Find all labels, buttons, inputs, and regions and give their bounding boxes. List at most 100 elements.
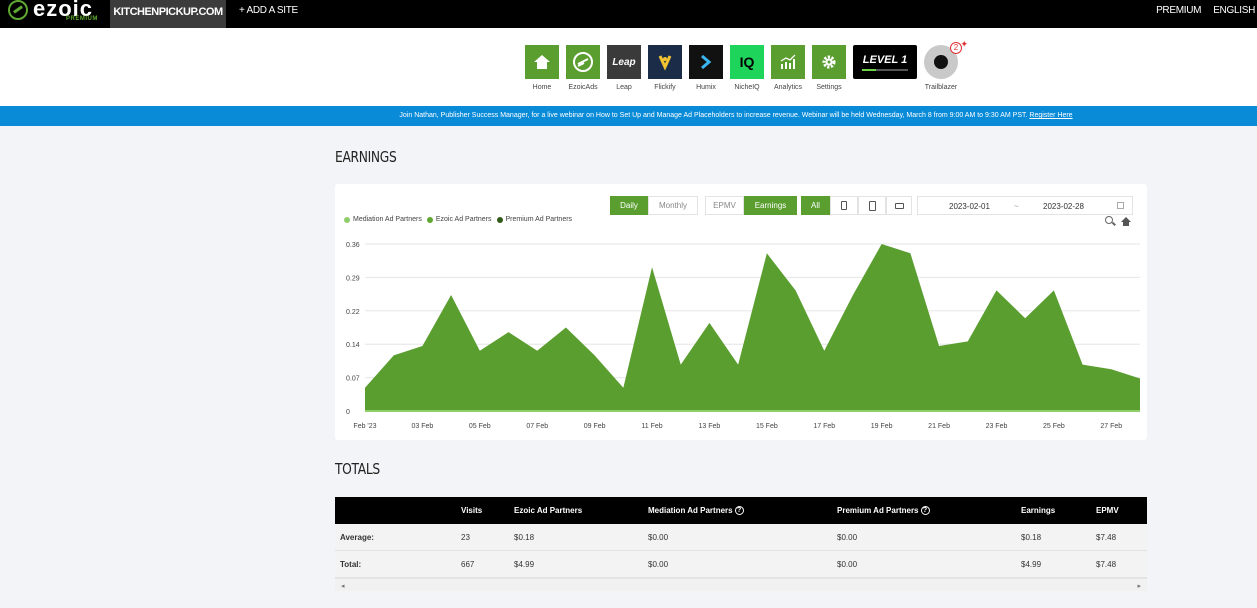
house-icon [525, 45, 559, 79]
x-tick-label: 03 Feb [412, 423, 434, 430]
row-label: Average: [340, 533, 374, 542]
x-tick-label: 25 Feb [1043, 423, 1065, 430]
cell-premium: $0.00 [837, 560, 858, 569]
app-label: Trailblazer [924, 84, 958, 91]
x-tick-label: Feb '23 [353, 423, 376, 430]
table-row: Total: 667 $4.99 $0.00 $0.00 $4.99 $7.48 [335, 551, 1147, 578]
app-flickify[interactable]: Flickify [648, 45, 682, 91]
cell-earnings: $4.99 [1021, 560, 1042, 569]
ezoic-logo-icon [8, 0, 28, 20]
col-header-visits: Visits [461, 506, 483, 515]
top-navbar: ezoic PREMIUM KITCHENPICKUP.COM + ADD A … [0, 0, 1257, 28]
y-tick-label: 0.36 [346, 242, 360, 249]
horizontal-scrollbar[interactable]: ◂ ▸ [335, 578, 1147, 591]
header-text: Premium Ad Partners [837, 506, 919, 515]
app-label: Home [532, 84, 552, 91]
app-label: Leap [616, 84, 632, 91]
y-tick-label: 0.07 [346, 376, 360, 383]
register-link[interactable]: Register Here [1029, 112, 1072, 119]
x-tick-label: 07 Feb [526, 423, 548, 430]
app-settings[interactable]: Settings [812, 45, 846, 91]
y-tick-label: 0.22 [346, 309, 360, 316]
cell-epmv: $7.48 [1096, 560, 1117, 569]
earnings-heading: EARNINGS [335, 148, 397, 166]
y-tick-label: 0.29 [346, 275, 360, 282]
col-header-earnings: Earnings [1021, 506, 1056, 515]
scroll-right-arrow-icon[interactable]: ▸ [1137, 582, 1141, 590]
col-header-mediation: Mediation Ad Partners? [648, 497, 744, 524]
x-tick-label: 15 Feb [756, 423, 778, 430]
col-header-ezoic: Ezoic Ad Partners [514, 506, 583, 515]
totals-table: Visits Ezoic Ad Partners Mediation Ad Pa… [335, 497, 1147, 591]
app-label: Analytics [773, 84, 802, 91]
app-label: NicheIQ [734, 84, 760, 91]
x-tick-label: 13 Feb [699, 423, 721, 430]
table-header: Visits Ezoic Ad Partners Mediation Ad Pa… [335, 497, 1147, 524]
top-right-menu: PREMIUM ENGLISH [1156, 0, 1255, 22]
cell-premium: $0.00 [837, 533, 858, 542]
add-site-link[interactable]: + ADD A SITE [239, 0, 298, 22]
cell-visits: 23 [461, 533, 470, 542]
totals-heading: TOTALS [335, 460, 380, 478]
level-indicator: LEVEL 1 [853, 45, 917, 79]
ezoic-logo-icon [566, 45, 600, 79]
cell-epmv: $7.48 [1096, 533, 1117, 542]
app-humix[interactable]: Humix [689, 45, 723, 91]
x-tick-label: 21 Feb [928, 423, 950, 430]
site-selector-tab[interactable]: KITCHENPICKUP.COM [110, 0, 226, 28]
language-link[interactable]: ENGLISH [1213, 0, 1255, 22]
x-tick-label: 19 Feb [871, 423, 893, 430]
logo-subtitle: PREMIUM [66, 16, 98, 22]
cell-mediation: $0.00 [648, 533, 669, 542]
earnings-chart-card: Daily Monthly EPMV Earnings All 2023-02-… [335, 184, 1147, 440]
cell-visits: 667 [461, 560, 475, 569]
app-leap[interactable]: Leap Leap [607, 45, 641, 91]
series-area-ezoic[interactable] [365, 244, 1140, 411]
x-tick-label: 09 Feb [584, 423, 606, 430]
cell-earnings: $0.18 [1021, 533, 1042, 542]
col-header-epmv: EPMV [1096, 506, 1119, 515]
app-nicheiq[interactable]: IQ NicheIQ [730, 45, 764, 91]
flickify-logo-icon [648, 45, 682, 79]
analytics-chart-icon [771, 45, 805, 79]
leap-logo-icon: Leap [607, 45, 641, 79]
app-analytics[interactable]: Analytics [771, 45, 805, 91]
earnings-area-chart[interactable]: 0.36 0.29 0.22 0.14 0.07 0Feb '23 03 Feb 05 Feb… [335, 184, 1147, 440]
app-label: EzoicAds [568, 84, 598, 91]
x-tick-label: 27 Feb [1100, 423, 1122, 430]
premium-link[interactable]: PREMIUM [1156, 0, 1201, 22]
row-label: Total: [340, 560, 362, 569]
nicheiq-logo-icon: IQ [730, 45, 764, 79]
header-text: Mediation Ad Partners [648, 506, 733, 515]
cell-mediation: $0.00 [648, 560, 669, 569]
app-home[interactable]: Home [525, 45, 559, 91]
app-label: Humix [696, 84, 716, 91]
level-progress-bar [862, 68, 908, 71]
app-tiles: Home EzoicAds Leap Leap Flickify Humix I… [525, 39, 968, 91]
x-tick-label: 23 Feb [986, 423, 1008, 430]
banner-text: Join Nathan, Publisher Success Manager, … [399, 112, 1028, 119]
x-tick-label: 05 Feb [469, 423, 491, 430]
col-header-premium: Premium Ad Partners? [837, 497, 930, 524]
y-tick-label: 0.14 [346, 342, 360, 349]
app-label: Settings [816, 84, 842, 91]
cell-ezoic: $4.99 [514, 560, 535, 569]
y-tick-label: 0 [346, 409, 350, 416]
astronaut-icon [934, 55, 948, 69]
app-ezoicads[interactable]: EzoicAds [566, 45, 600, 91]
help-icon[interactable]: ? [734, 506, 744, 516]
level-text: LEVEL 1 [862, 53, 908, 66]
level-badge[interactable]: LEVEL 1 [853, 45, 917, 91]
trailblazer-profile[interactable]: 2 ✦ Trailblazer [924, 39, 968, 91]
gear-icon [812, 45, 846, 79]
webinar-banner: Join Nathan, Publisher Success Manager, … [0, 106, 1257, 126]
cell-ezoic: $0.18 [514, 533, 535, 542]
x-tick-label: 17 Feb [813, 423, 835, 430]
app-navigation: Home EzoicAds Leap Leap Flickify Humix I… [0, 28, 1257, 106]
x-tick-label: 11 Feb [641, 423, 662, 430]
app-label: Flickify [654, 84, 676, 91]
avatar: 2 ✦ [924, 39, 968, 79]
sparkle-icon: ✦ [960, 39, 968, 49]
scroll-left-arrow-icon[interactable]: ◂ [341, 582, 345, 590]
help-icon[interactable]: ? [920, 506, 930, 516]
